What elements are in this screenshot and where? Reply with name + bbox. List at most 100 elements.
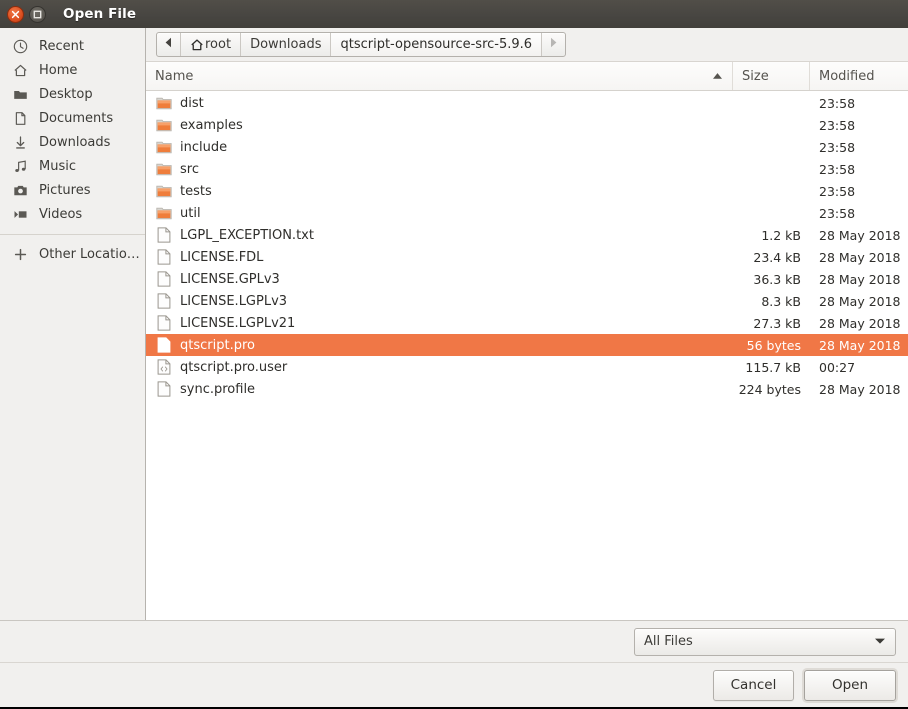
plus-icon <box>10 247 30 262</box>
folder-icon <box>155 118 172 132</box>
sidebar-item-label: Music <box>39 159 76 174</box>
maximize-button[interactable] <box>29 6 46 23</box>
file-row[interactable]: LGPL_EXCEPTION.txt 1.2 kB28 May 2018 <box>146 224 908 246</box>
file-name-cell: LICENSE.LGPLv21 <box>146 315 733 331</box>
file-name-cell: LGPL_EXCEPTION.txt <box>146 227 733 243</box>
file-row[interactable]: tests23:58 <box>146 180 908 202</box>
file-size-cell: 224 bytes <box>733 382 810 397</box>
file-icon <box>155 315 172 331</box>
file-name-cell: LICENSE.LGPLv3 <box>146 293 733 309</box>
breadcrumb-item-downloads[interactable]: Downloads <box>241 33 331 56</box>
file-name-label: LICENSE.LGPLv3 <box>180 294 287 309</box>
folder-icon <box>155 96 172 110</box>
open-button[interactable]: Open <box>804 670 896 701</box>
file-name-label: dist <box>180 96 204 111</box>
file-row[interactable]: LICENSE.FDL23.4 kB28 May 2018 <box>146 246 908 268</box>
file-name-label: qtscript.pro <box>180 338 255 353</box>
column-header-modified[interactable]: Modified <box>810 62 908 90</box>
file-row[interactable]: LICENSE.GPLv336.3 kB28 May 2018 <box>146 268 908 290</box>
sidebar-item-music[interactable]: Music <box>0 154 145 178</box>
sidebar-item-desktop[interactable]: Desktop <box>0 82 145 106</box>
sidebar-item-label: Videos <box>39 207 82 222</box>
file-row[interactable]: qtscript.pro56 bytes28 May 2018 <box>146 334 908 356</box>
file-row[interactable]: sync.profile224 bytes28 May 2018 <box>146 378 908 400</box>
sidebar-item-videos[interactable]: Videos <box>0 202 145 226</box>
file-name-label: include <box>180 140 227 155</box>
column-header-size[interactable]: Size <box>733 62 810 90</box>
file-modified-cell: 28 May 2018 <box>810 228 908 243</box>
sidebar-item-label: Desktop <box>39 87 93 102</box>
file-list[interactable]: dist 23:58 examples 23:58 include 23:58 src 23:… <box>146 91 908 620</box>
file-icon <box>155 249 172 265</box>
file-name-label: qtscript.pro.user <box>180 360 287 375</box>
sidebar-item-downloads[interactable]: Downloads <box>0 130 145 154</box>
column-header-label: Size <box>742 69 769 84</box>
file-size-cell: 8.3 kB <box>733 294 810 309</box>
breadcrumb-item-current[interactable]: qtscript-opensource-src-5.9.6 <box>331 33 542 56</box>
sidebar-item-home[interactable]: Home <box>0 58 145 82</box>
file-row[interactable]: include 23:58 <box>146 136 908 158</box>
sidebar-item-other-locations[interactable]: Other Locatio… <box>0 242 145 266</box>
file-row[interactable]: LICENSE.LGPLv3 8.3 kB28 May 2018 <box>146 290 908 312</box>
file-name-label: examples <box>180 118 243 133</box>
file-modified-cell: 23:58 <box>810 140 908 155</box>
file-modified-cell: 28 May 2018 <box>810 316 908 331</box>
file-row[interactable]: LICENSE.LGPLv2127.3 kB28 May 2018 <box>146 312 908 334</box>
file-size-cell: 1.2 kB <box>733 228 810 243</box>
file-name-label: src <box>180 162 199 177</box>
file-row[interactable]: qtscript.pro.user115.7 kB00:27 <box>146 356 908 378</box>
close-icon <box>11 10 20 19</box>
sidebar-item-label: Documents <box>39 111 113 126</box>
column-header-name[interactable]: Name <box>146 62 733 90</box>
file-row[interactable]: dist 23:58 <box>146 92 908 114</box>
file-name-cell: sync.profile <box>146 381 733 397</box>
file-modified-cell: 23:58 <box>810 184 908 199</box>
folder-icon <box>155 140 172 154</box>
action-bar: Cancel Open <box>0 662 908 707</box>
path-back-button[interactable] <box>157 33 181 56</box>
file-modified-cell: 23:58 <box>810 206 908 221</box>
sidebar-item-recent[interactable]: Recent <box>0 34 145 58</box>
clock-icon <box>10 39 30 54</box>
file-modified-cell: 28 May 2018 <box>810 250 908 265</box>
file-name-cell: examples <box>146 118 733 133</box>
file-name-label: LICENSE.GPLv3 <box>180 272 280 287</box>
sidebar-item-documents[interactable]: Documents <box>0 106 145 130</box>
sidebar-item-label: Downloads <box>39 135 110 150</box>
title-bar: Open File <box>0 0 908 28</box>
breadcrumb: root Downloads qtscript-opensource-src-5… <box>156 32 566 57</box>
file-modified-cell: 23:58 <box>810 162 908 177</box>
column-headers: Name Size Modified <box>146 62 908 91</box>
file-modified-cell: 23:58 <box>810 118 908 133</box>
file-type-filter-dropdown[interactable]: All Files <box>634 628 896 656</box>
file-modified-cell: 28 May 2018 <box>810 338 908 353</box>
file-modified-cell: 23:58 <box>810 96 908 111</box>
file-modified-cell: 28 May 2018 <box>810 294 908 309</box>
cancel-button[interactable]: Cancel <box>713 670 794 701</box>
file-row[interactable]: src 23:58 <box>146 158 908 180</box>
breadcrumb-label: root <box>205 37 231 52</box>
code-file-icon <box>155 359 172 375</box>
file-icon <box>155 271 172 287</box>
open-file-dialog: Open File Recent <box>0 0 908 709</box>
file-size-cell: 115.7 kB <box>733 360 810 375</box>
folder-icon <box>155 162 172 176</box>
file-row[interactable]: examples 23:58 <box>146 114 908 136</box>
file-name-label: util <box>180 206 201 221</box>
file-name-label: LGPL_EXCEPTION.txt <box>180 228 314 243</box>
path-forward-button[interactable] <box>542 33 565 56</box>
sidebar-item-pictures[interactable]: Pictures <box>0 178 145 202</box>
camera-icon <box>10 183 30 198</box>
file-name-cell: src <box>146 162 733 177</box>
breadcrumb-label: Downloads <box>250 37 321 52</box>
close-button[interactable] <box>7 6 24 23</box>
file-name-label: LICENSE.LGPLv21 <box>180 316 295 331</box>
file-row[interactable]: util 23:58 <box>146 202 908 224</box>
file-icon <box>155 381 172 397</box>
file-name-cell: util <box>146 206 733 221</box>
sidebar-item-label: Pictures <box>39 183 90 198</box>
sidebar-item-label: Recent <box>39 39 84 54</box>
breadcrumb-item-root[interactable]: root <box>181 33 241 56</box>
file-name-cell: include <box>146 140 733 155</box>
file-name-cell: dist <box>146 96 733 111</box>
